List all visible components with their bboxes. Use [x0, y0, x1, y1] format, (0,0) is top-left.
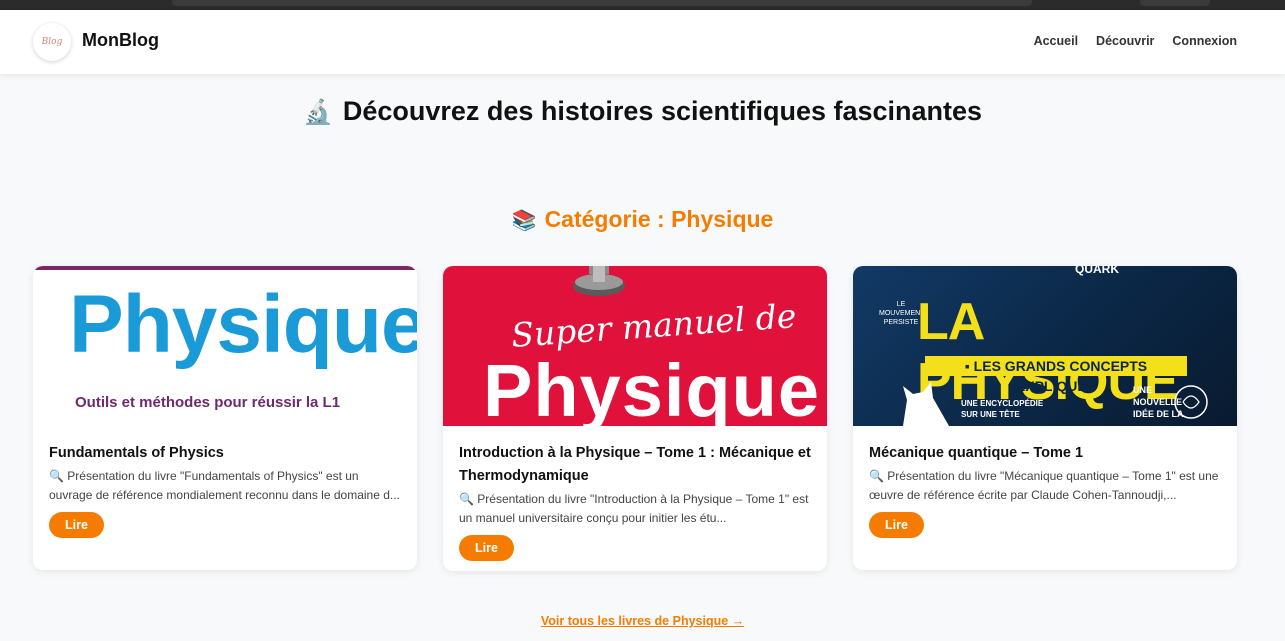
microscope-icon: 🔬	[302, 99, 333, 126]
see-all-link[interactable]: Voir tous les livres de Physique →	[541, 614, 744, 628]
see-all-container: Voir tous les livres de Physique →	[0, 612, 1285, 630]
cat-silhouette-icon	[903, 382, 949, 426]
book-card[interactable]: Physique Outils et méthodes pour réussir…	[33, 266, 417, 570]
book-card[interactable]: QUARK LE MOUVEMENT PERSISTE LA PHYSIQUE …	[853, 266, 1237, 570]
main-nav: Accueil Découvrir Connexion	[1034, 34, 1237, 48]
address-bar-edge	[172, 0, 1032, 6]
card-body: Mécanique quantique – Tome 1 🔍 Présentat…	[853, 426, 1237, 538]
category-heading-text: Catégorie : Physique	[544, 206, 774, 232]
book-description: 🔍 Présentation du livre "Fundamentals of…	[49, 469, 400, 502]
cover-title: Physique	[69, 279, 417, 370]
book-title[interactable]: Introduction à la Physique – Tome 1 : Mé…	[459, 442, 811, 488]
site-header: Blog MonBlog Accueil Découvrir Connexion	[0, 10, 1285, 74]
site-logo[interactable]: Blog	[33, 23, 71, 61]
book-title[interactable]: Mécanique quantique – Tome 1	[869, 442, 1221, 465]
cover-quark-label: QUARK	[1075, 266, 1119, 276]
cover-banner: ▪ LES GRANDS CONCEPTS EXPLIQUÉS	[925, 356, 1187, 394]
nav-decouvrir[interactable]: Découvrir	[1096, 34, 1154, 48]
page-title-text: Découvrez des histoires scientifiques fa…	[342, 96, 983, 126]
category-heading: 📚 Catégorie : Physique	[0, 206, 1285, 233]
books-icon: 📚	[511, 210, 537, 232]
brain-icon	[1174, 385, 1208, 419]
book-description: 🔍 Présentation du livre "Mécanique quant…	[869, 469, 1219, 502]
book-cover-image[interactable]: Physique Outils et méthodes pour réussir…	[33, 266, 417, 426]
nav-connexion[interactable]: Connexion	[1172, 34, 1237, 48]
read-button[interactable]: Lire	[869, 512, 924, 538]
cover-subtitle: Outils et méthodes pour réussir la L1	[75, 394, 341, 411]
knob-icon	[573, 266, 625, 296]
read-button[interactable]: Lire	[49, 512, 104, 538]
book-description: 🔍 Présentation du livre "Introduction à …	[459, 492, 809, 525]
card-body: Introduction à la Physique – Tome 1 : Mé…	[443, 426, 827, 561]
cover-encyclopedia-text: UNE ENCYCLOPÉDIE SUR UNE TÊTE	[961, 399, 1044, 419]
logo-text: Blog	[41, 37, 63, 47]
nav-accueil[interactable]: Accueil	[1034, 34, 1078, 48]
read-button[interactable]: Lire	[459, 535, 514, 561]
cover-script-title: Super manuel de	[509, 296, 798, 355]
cover-title: Physique	[483, 349, 820, 426]
book-title[interactable]: Fundamentals of Physics	[49, 442, 401, 465]
book-cover-image[interactable]: Super manuel de Physique	[443, 266, 827, 426]
page-title: 🔬 Découvrez des histoires scientifiques f…	[0, 96, 1285, 127]
card-body: Fundamentals of Physics 🔍 Présentation d…	[33, 426, 417, 538]
toolbar-edge	[1140, 0, 1210, 6]
brand-name[interactable]: MonBlog	[82, 30, 159, 51]
browser-top-strip	[0, 0, 1285, 10]
book-card[interactable]: Super manuel de Physique Introduction à …	[443, 266, 827, 571]
book-cover-image[interactable]: QUARK LE MOUVEMENT PERSISTE LA PHYSIQUE …	[853, 266, 1237, 426]
